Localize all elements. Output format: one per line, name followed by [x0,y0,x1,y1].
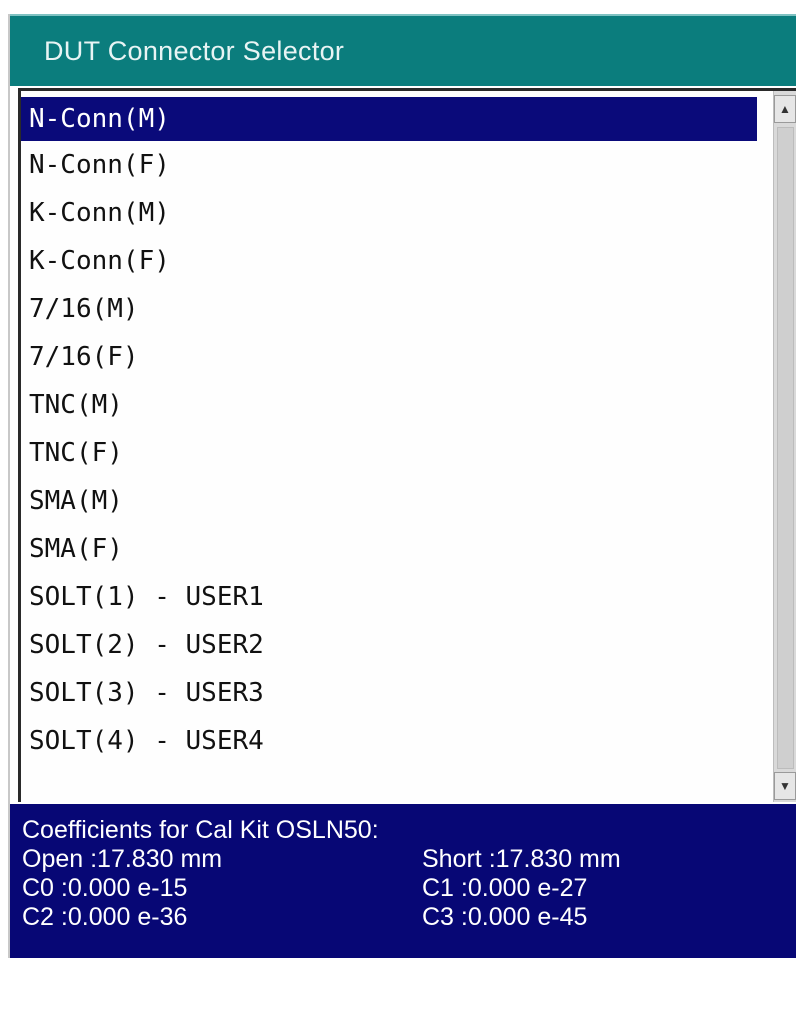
scroll-thumb[interactable] [777,127,794,769]
connector-list-items: N-Conn(M) N-Conn(F) K-Conn(M) K-Conn(F) … [21,97,757,765]
arrow-up-icon: ▲ [779,102,791,116]
open-value: Open :17.830 mm [22,845,223,873]
arrow-down-icon: ▼ [779,779,791,793]
list-item[interactable]: SOLT(1) - USER1 [21,573,757,621]
dialog-title: DUT Connector Selector [44,36,345,66]
c0-value: C0 :0.000 e-15 [22,874,188,902]
info-row-c0-c1: C0 :0.000 e-15 C1 :0.000 e-27 [22,874,796,903]
list-item[interactable]: N-Conn(M) [21,97,757,141]
cal-kit-heading: Coefficients for Cal Kit OSLN50: [22,816,379,844]
info-row-c2-c3: C2 :0.000 e-36 C3 :0.000 e-45 [22,903,796,932]
title-bar: DUT Connector Selector [10,14,796,86]
list-item[interactable]: K-Conn(M) [21,189,757,237]
list-item[interactable]: SOLT(4) - USER4 [21,717,757,765]
scroll-up-button[interactable]: ▲ [774,95,796,123]
cal-kit-info-panel: Coefficients for Cal Kit OSLN50: Open :1… [10,804,796,958]
info-row-open-short: Open :17.830 mm Short :17.830 mm [22,845,796,874]
list-item[interactable]: 7/16(M) [21,285,757,333]
list-item[interactable]: N-Conn(F) [21,141,757,189]
connector-list[interactable]: N-Conn(M) N-Conn(F) K-Conn(M) K-Conn(F) … [18,88,796,802]
list-item[interactable]: SOLT(2) - USER2 [21,621,757,669]
scroll-down-button[interactable]: ▼ [774,772,796,800]
list-item[interactable]: K-Conn(F) [21,237,757,285]
list-item[interactable]: SOLT(3) - USER3 [21,669,757,717]
list-item[interactable]: TNC(F) [21,429,757,477]
list-item[interactable]: SMA(F) [21,525,757,573]
c1-value: C1 :0.000 e-27 [422,874,588,902]
list-item[interactable]: TNC(M) [21,381,757,429]
list-item[interactable]: 7/16(F) [21,333,757,381]
c2-value: C2 :0.000 e-36 [22,903,188,931]
list-item[interactable]: SMA(M) [21,477,757,525]
vertical-scrollbar[interactable]: ▲ ▼ [773,91,796,802]
connector-selector-dialog: DUT Connector Selector N-Conn(M) N-Conn(… [8,14,796,958]
c3-value: C3 :0.000 e-45 [422,903,588,931]
short-value: Short :17.830 mm [422,845,621,873]
